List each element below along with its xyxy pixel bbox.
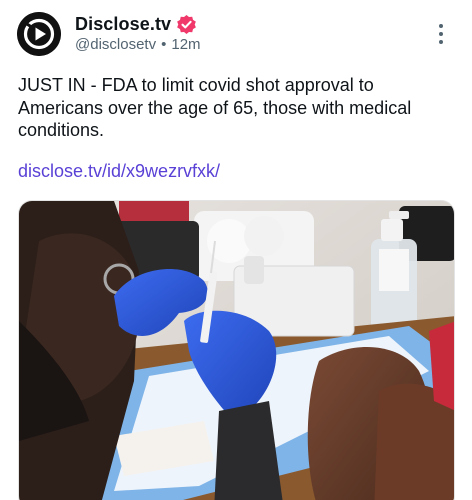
verified-badge-icon — [176, 14, 197, 35]
vaccination-photo — [19, 201, 454, 500]
author-name-row: Disclose.tv — [75, 12, 197, 36]
more-vertical-icon-dot — [439, 32, 443, 36]
post: Disclose.tv @disclosetv • 12m JUST IN - … — [0, 0, 472, 500]
post-media-image[interactable] — [18, 200, 455, 500]
timestamp[interactable]: 12m — [171, 36, 200, 53]
more-vertical-icon — [439, 24, 443, 28]
meta-separator: • — [161, 36, 167, 53]
author-meta: @disclosetv • 12m — [75, 36, 201, 53]
avatar[interactable] — [17, 12, 61, 56]
more-vertical-icon-dot — [439, 40, 443, 44]
post-text: JUST IN - FDA to limit covid shot approv… — [18, 75, 417, 140]
more-options-button[interactable] — [432, 24, 450, 44]
play-logo-icon — [17, 12, 61, 56]
post-link[interactable]: disclose.tv/id/x9wezrvfxk/ — [18, 160, 220, 183]
display-name[interactable]: Disclose.tv — [75, 14, 171, 35]
handle[interactable]: @disclosetv — [75, 36, 156, 53]
